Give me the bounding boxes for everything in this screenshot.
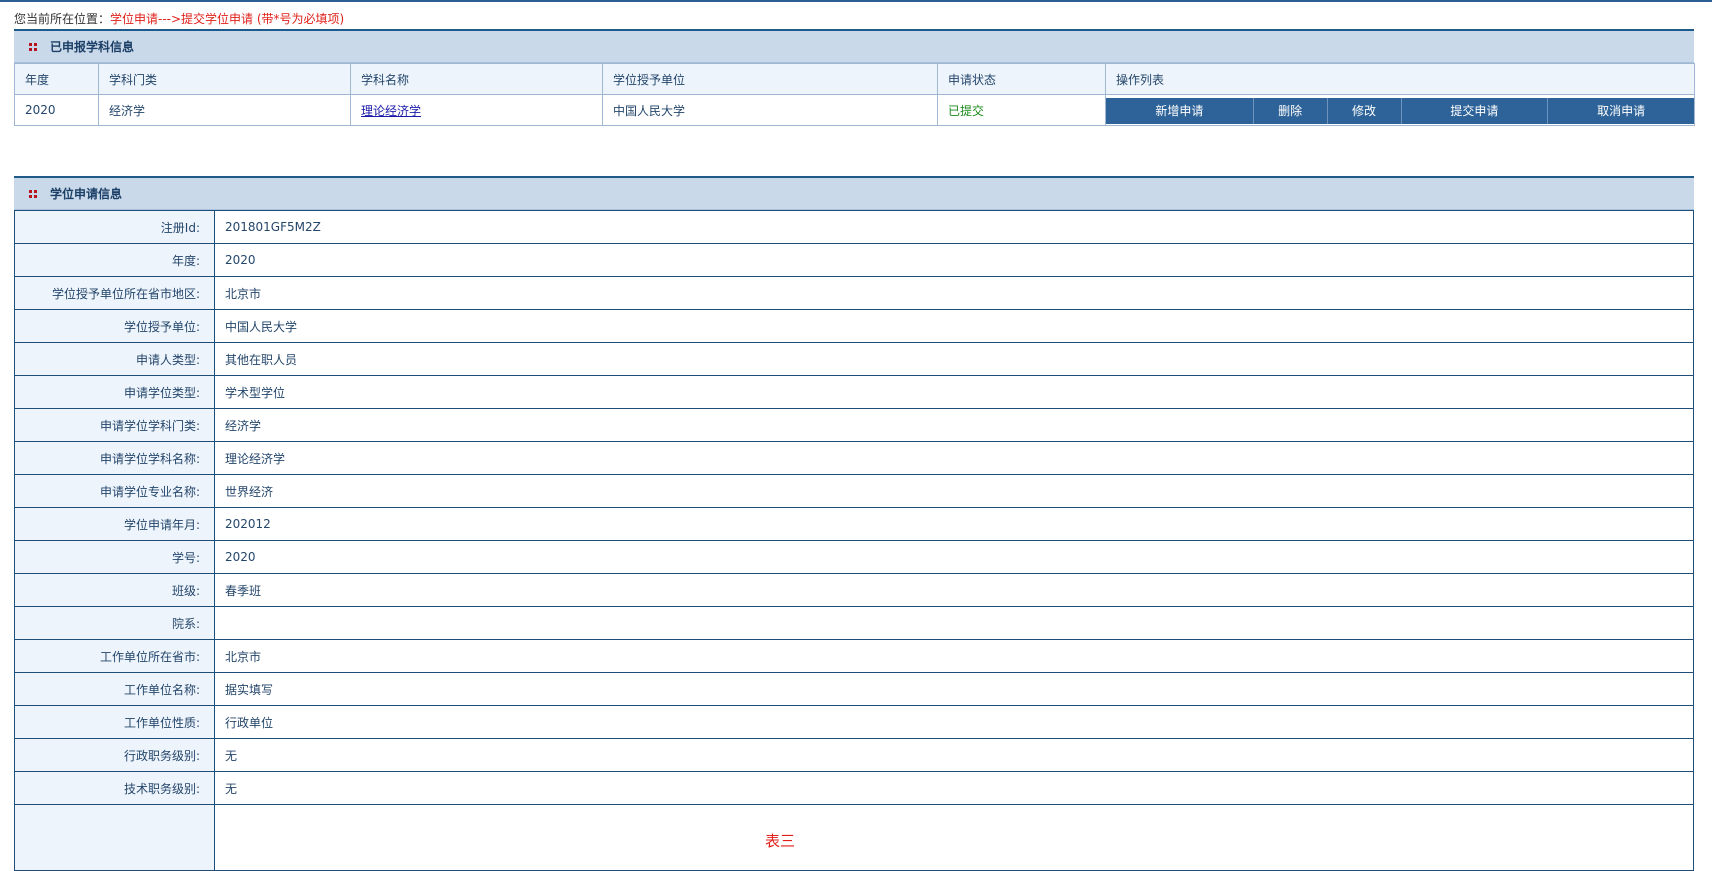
cell-actions: 新增申请 删除 修改 提交申请 取消申请 — [1105, 94, 1695, 126]
field-value — [214, 606, 1694, 640]
col-header-year: 年度 — [14, 63, 99, 95]
field-row-department: 院系: — [14, 606, 1694, 640]
field-label: 学号: — [14, 540, 215, 574]
field-row-work-unit: 工作单位名称: 据实填写 — [14, 672, 1694, 706]
field-row-apply-month: 学位申请年月: 202012 — [14, 507, 1694, 541]
col-header-category: 学科门类 — [98, 63, 351, 95]
delete-button[interactable]: 删除 — [1254, 97, 1328, 124]
degree-info-header: 学位申请信息 — [14, 176, 1694, 210]
table-note: 表三 — [214, 804, 1694, 871]
field-row-degree-type: 申请学位类型: 学术型学位 — [14, 375, 1694, 409]
field-value: 202012 — [214, 507, 1694, 541]
field-value: 无 — [214, 771, 1694, 805]
field-row-admin-rank: 行政职务级别: 无 — [14, 738, 1694, 772]
field-label: 学位授予单位所在省市地区: — [14, 276, 215, 310]
field-row-work-unit-nature: 工作单位性质: 行政单位 — [14, 705, 1694, 739]
field-value: 行政单位 — [214, 705, 1694, 739]
field-label: 工作单位所在省市: — [14, 639, 215, 673]
cell-category: 经济学 — [98, 94, 351, 126]
field-value: 理论经济学 — [214, 441, 1694, 475]
field-value: 经济学 — [214, 408, 1694, 442]
field-label: 申请人类型: — [14, 342, 215, 376]
field-label: 技术职务级别: — [14, 771, 215, 805]
field-value: 201801GF5M2Z — [214, 210, 1694, 244]
breadcrumb-prefix: 您当前所在位置： — [14, 12, 111, 26]
field-row-applicant-type: 申请人类型: 其他在职人员 — [14, 342, 1694, 376]
field-value: 世界经济 — [214, 474, 1694, 508]
field-value: 北京市 — [214, 276, 1694, 310]
field-row-institution-region: 学位授予单位所在省市地区: 北京市 — [14, 276, 1694, 310]
field-value: 2020 — [214, 540, 1694, 574]
cell-subject: 理论经济学 — [350, 94, 603, 126]
col-header-status: 申请状态 — [937, 63, 1106, 95]
field-value: 春季班 — [214, 573, 1694, 607]
action-bar: 新增申请 删除 修改 提交申请 取消申请 — [1106, 97, 1694, 124]
field-label: 行政职务级别: — [14, 738, 215, 772]
col-header-actions: 操作列表 — [1105, 63, 1695, 95]
add-application-button[interactable]: 新增申请 — [1106, 97, 1254, 124]
note-label-cell — [14, 804, 215, 871]
field-row-institution: 学位授予单位: 中国人民大学 — [14, 309, 1694, 343]
field-label: 工作单位性质: — [14, 705, 215, 739]
top-border — [0, 0, 1712, 2]
field-label: 学位申请年月: — [14, 507, 215, 541]
field-row-major-name: 申请学位专业名称: 世界经济 — [14, 474, 1694, 508]
applied-subjects-table: 年度 学科门类 学科名称 学位授予单位 申请状态 操作列表 2020 经济学 理… — [14, 63, 1695, 126]
field-label: 工作单位名称: — [14, 672, 215, 706]
cell-status: 已提交 — [937, 94, 1106, 126]
field-row-year: 年度: 2020 — [14, 243, 1694, 277]
field-label: 年度: — [14, 243, 215, 277]
degree-info-panel: 学位申请信息 注册Id: 201801GF5M2Z 年度: 2020 学位授予单位所… — [14, 176, 1694, 871]
field-row-registration-id: 注册Id: 201801GF5M2Z — [14, 210, 1694, 244]
cancel-application-button[interactable]: 取消申请 — [1548, 98, 1694, 124]
table-row: 2020 经济学 理论经济学 中国人民大学 已提交 新增申请 删除 修改 提交申… — [14, 94, 1695, 126]
applied-subjects-header: 已申报学科信息 — [14, 29, 1694, 63]
cell-institution: 中国人民大学 — [602, 94, 938, 126]
field-label: 学位授予单位: — [14, 309, 215, 343]
field-value: 其他在职人员 — [214, 342, 1694, 376]
field-row-student-number: 学号: 2020 — [14, 540, 1694, 574]
degree-info-table: 注册Id: 201801GF5M2Z 年度: 2020 学位授予单位所在省市地区: 北… — [14, 210, 1694, 871]
field-label: 申请学位学科名称: — [14, 441, 215, 475]
field-row-class: 班级: 春季班 — [14, 573, 1694, 607]
degree-info-title: 学位申请信息 — [50, 187, 123, 201]
field-label: 注册Id: — [14, 210, 215, 244]
field-label: 申请学位学科门类: — [14, 408, 215, 442]
applied-subjects-title: 已申报学科信息 — [50, 40, 135, 54]
field-value: 2020 — [214, 243, 1694, 277]
breadcrumb: 您当前所在位置：学位申请--->提交学位申请 (带*号为必填项) — [14, 10, 344, 27]
cell-year: 2020 — [14, 94, 99, 126]
field-value: 中国人民大学 — [214, 309, 1694, 343]
field-label: 申请学位类型: — [14, 375, 215, 409]
field-label: 申请学位专业名称: — [14, 474, 215, 508]
col-header-subject: 学科名称 — [350, 63, 603, 95]
subject-link[interactable]: 理论经济学 — [361, 104, 421, 118]
col-header-institution: 学位授予单位 — [602, 63, 938, 95]
breadcrumb-path: 学位申请--->提交学位申请 (带*号为必填项) — [110, 12, 345, 26]
table-header-row: 年度 学科门类 学科名称 学位授予单位 申请状态 操作列表 — [14, 63, 1695, 95]
section-bullet-icon — [28, 42, 38, 52]
field-label: 班级: — [14, 573, 215, 607]
submit-application-button[interactable]: 提交申请 — [1402, 97, 1549, 124]
applied-subjects-panel: 已申报学科信息 年度 学科门类 学科名称 学位授予单位 申请状态 操作列表 20… — [14, 29, 1695, 126]
field-value: 据实填写 — [214, 672, 1694, 706]
field-row-work-region: 工作单位所在省市: 北京市 — [14, 639, 1694, 673]
field-value: 无 — [214, 738, 1694, 772]
edit-button[interactable]: 修改 — [1328, 97, 1402, 124]
field-value: 学术型学位 — [214, 375, 1694, 409]
field-row-subject-name: 申请学位学科名称: 理论经济学 — [14, 441, 1694, 475]
field-row-tech-rank: 技术职务级别: 无 — [14, 771, 1694, 805]
field-label: 院系: — [14, 606, 215, 640]
field-value: 北京市 — [214, 639, 1694, 673]
note-row: 表三 — [14, 804, 1694, 871]
section-bullet-icon — [28, 189, 38, 199]
field-row-subject-category: 申请学位学科门类: 经济学 — [14, 408, 1694, 442]
